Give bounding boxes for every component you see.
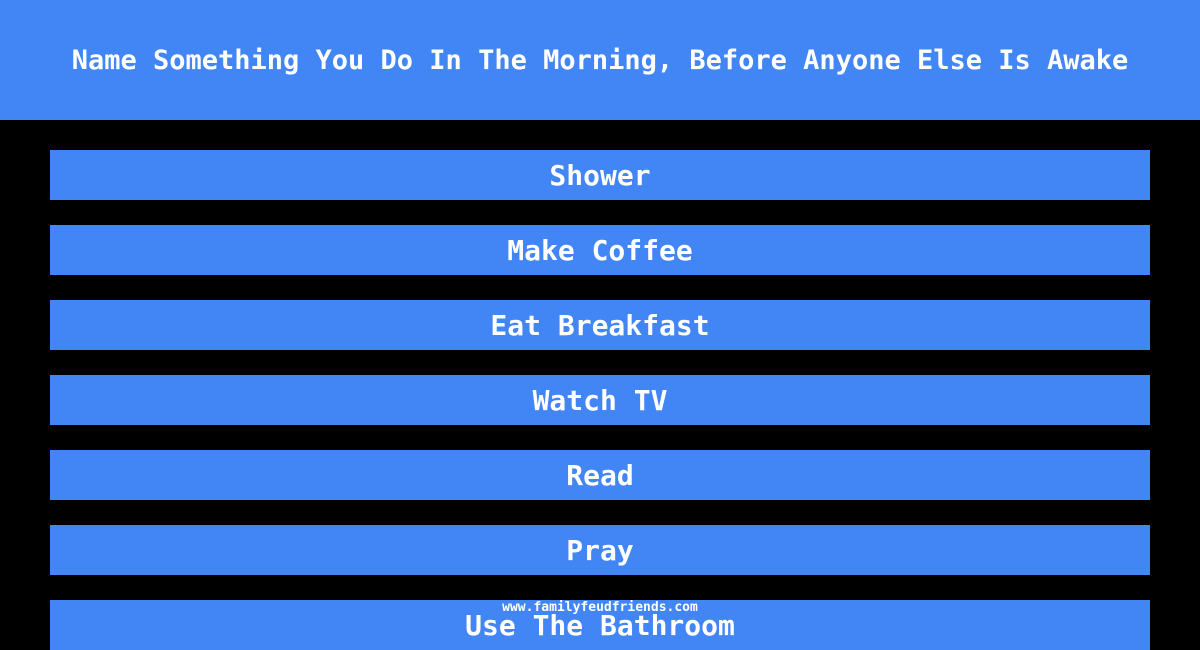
answer-bar: Eat Breakfast bbox=[50, 300, 1150, 350]
question-header: Name Something You Do In The Morning, Be… bbox=[0, 0, 1200, 120]
answer-bar: Make Coffee bbox=[50, 225, 1150, 275]
answer-label: Read bbox=[566, 458, 634, 492]
answer-label: Watch TV bbox=[532, 383, 668, 417]
answer-label: Shower bbox=[549, 158, 651, 192]
answer-bar: Watch TV bbox=[50, 375, 1150, 425]
answer-bar: Read bbox=[50, 450, 1150, 500]
site-watermark: www.familyfeudfriends.com bbox=[502, 600, 698, 615]
answer-bar: Pray bbox=[50, 525, 1150, 575]
answer-label: Pray bbox=[566, 533, 634, 567]
answer-bar: Shower bbox=[50, 150, 1150, 200]
answer-label: Eat Breakfast bbox=[490, 308, 710, 342]
question-title: Name Something You Do In The Morning, Be… bbox=[71, 44, 1129, 76]
answer-label: Make Coffee bbox=[507, 233, 693, 267]
